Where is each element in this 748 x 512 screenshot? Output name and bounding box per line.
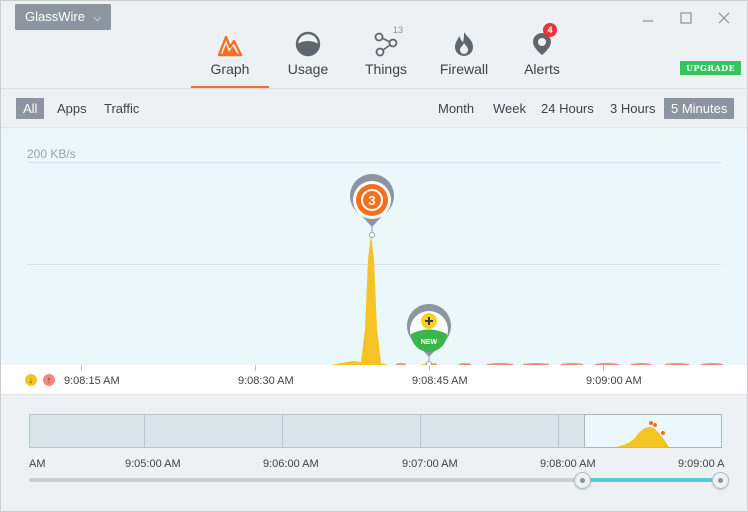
chevron-down-icon: ⌵	[93, 13, 102, 24]
new-marker-label: NEW	[421, 339, 438, 346]
tab-things-label: Things	[364, 61, 408, 77]
time-tick	[429, 365, 430, 371]
download-spike	[331, 235, 389, 365]
overview-time-label: 9:06:00 AM	[263, 458, 319, 470]
range-start-handle[interactable]	[574, 472, 591, 489]
range-selected	[583, 478, 721, 482]
traffic-plot: 3 NEW	[331, 173, 724, 365]
graph-icon	[217, 35, 243, 57]
traffic-graph[interactable]: 200 KB/s 3 NEW	[1, 129, 747, 365]
main-nav: Graph Usage 13 Things Firewall 4 Alerts	[191, 23, 581, 88]
event-marker[interactable]: 3	[349, 173, 395, 238]
overview-time-label: 9:07:00 AM	[402, 458, 458, 470]
tab-firewall[interactable]: Firewall	[425, 25, 503, 88]
filter-apps[interactable]: Apps	[50, 98, 94, 119]
overview-divider	[144, 415, 145, 447]
tab-graph-label: Graph	[210, 61, 250, 77]
upload-legend-icon[interactable]: ↑	[43, 374, 55, 386]
time-label: 9:09:00 AM	[586, 375, 642, 387]
time-label: 9:08:15 AM	[64, 375, 120, 387]
overview-selection-window[interactable]	[584, 414, 722, 448]
tab-firewall-label: Firewall	[439, 61, 489, 77]
filter-all[interactable]: All	[16, 98, 45, 119]
event-marker-count: 3	[368, 193, 375, 208]
close-button[interactable]	[715, 9, 733, 27]
overview-time-label: AM	[29, 458, 46, 470]
overview-mini-graph	[615, 421, 669, 447]
time-tick	[603, 365, 604, 371]
window-controls	[639, 9, 733, 27]
overview-divider	[558, 415, 559, 447]
alerts-count-badge: 4	[543, 23, 557, 37]
time-label: 9:08:45 AM	[412, 375, 468, 387]
tab-alerts-label: Alerts	[524, 61, 560, 77]
range-month[interactable]: Month	[431, 98, 481, 119]
range-week[interactable]: Week	[486, 98, 533, 119]
overview-timeline[interactable]: AM 9:05:00 AM 9:06:00 AM 9:07:00 AM 9:08…	[1, 396, 747, 511]
things-count-badge: 13	[393, 25, 404, 35]
maximize-button[interactable]	[677, 9, 695, 27]
glasswire-window: GlassWire ⌵ Graph Usage 13 Things Firewa…	[0, 0, 748, 512]
range-24-hours[interactable]: 24 Hours	[534, 98, 601, 119]
new-app-marker[interactable]: NEW	[407, 303, 452, 365]
overview-track[interactable]	[29, 414, 722, 448]
minimize-button[interactable]	[639, 9, 657, 27]
tab-usage-label: Usage	[287, 61, 329, 77]
time-axis: ↓ ↑ 9:08:15 AM 9:08:30 AM 9:08:45 AM 9:0…	[1, 365, 747, 395]
overview-time-label: 9:08:00 AM	[540, 458, 596, 470]
download-legend-icon[interactable]: ↓	[25, 374, 37, 386]
upgrade-button[interactable]: UPGRADE	[680, 61, 742, 75]
range-5-minutes[interactable]: 5 Minutes	[664, 98, 735, 119]
firewall-icon	[455, 32, 473, 56]
tab-things[interactable]: 13 Things	[347, 25, 425, 88]
usage-icon	[295, 31, 321, 57]
header: GlassWire ⌵ Graph Usage 13 Things Firewa…	[1, 1, 747, 89]
brand-name: GlassWire	[25, 9, 85, 24]
time-tick	[255, 365, 256, 371]
time-tick	[81, 365, 82, 371]
minimize-icon	[643, 20, 653, 22]
filter-bar: All Apps Traffic Month Week 24 Hours 3 H…	[1, 90, 747, 128]
time-label: 9:08:30 AM	[238, 375, 294, 387]
overview-divider	[282, 415, 283, 447]
overview-divider	[420, 415, 421, 447]
close-icon	[718, 12, 730, 24]
tab-usage[interactable]: Usage	[269, 25, 347, 88]
overview-time-label: 9:09:00 A	[678, 458, 725, 470]
maximize-icon	[680, 12, 692, 24]
tab-graph[interactable]: Graph	[191, 25, 269, 88]
brand-menu-button[interactable]: GlassWire ⌵	[15, 4, 112, 30]
tab-alerts[interactable]: 4 Alerts	[503, 23, 581, 88]
range-end-handle[interactable]	[712, 472, 729, 489]
filter-traffic[interactable]: Traffic	[97, 98, 146, 119]
range-3-hours[interactable]: 3 Hours	[603, 98, 663, 119]
overview-time-label: 9:05:00 AM	[125, 458, 181, 470]
